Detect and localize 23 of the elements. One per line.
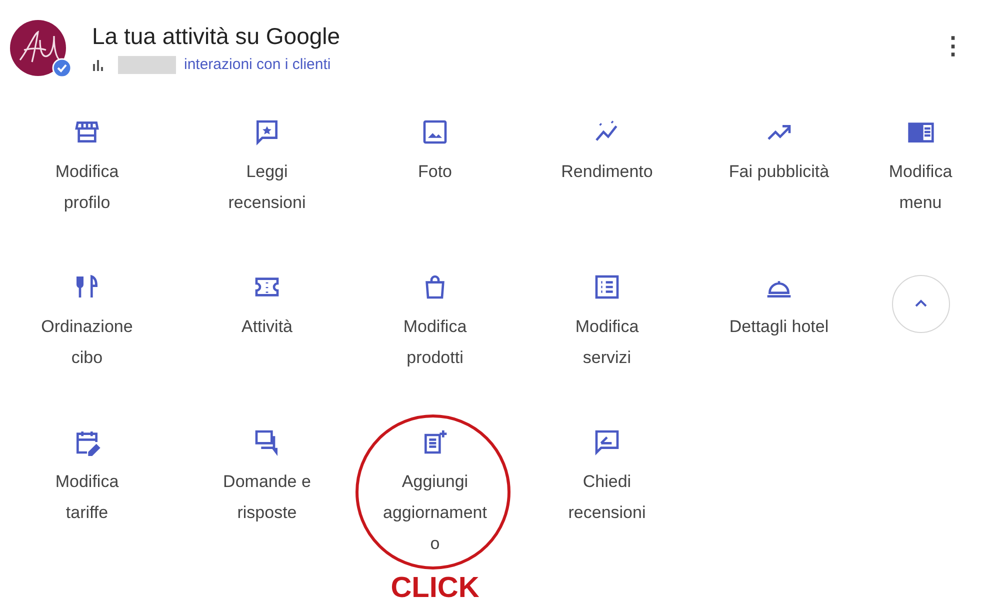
- list-icon[interactable]: [593, 273, 621, 301]
- action-label[interactable]: Modifica menu: [868, 156, 972, 218]
- action-label[interactable]: Fai pubblicità: [728, 156, 830, 187]
- more-menu-button[interactable]: ⋮: [929, 32, 977, 60]
- action-label[interactable]: Modifica servizi: [555, 311, 659, 373]
- action-label[interactable]: Modifica tariffe: [35, 466, 139, 528]
- action-label[interactable]: Modifica profilo: [35, 156, 139, 218]
- redacted-block: [118, 56, 176, 74]
- action-label[interactable]: Leggi recensioni: [215, 156, 319, 218]
- action-label[interactable]: Chiedi recensioni: [555, 466, 659, 528]
- bar-chart-icon: [92, 58, 104, 70]
- action-label[interactable]: Modifica prodotti: [383, 311, 487, 373]
- page-title: La tua attività su Google: [92, 22, 342, 50]
- action-label[interactable]: Foto: [418, 156, 452, 187]
- action-label[interactable]: Ordinazione cibo: [35, 311, 139, 373]
- photo-icon[interactable]: [421, 118, 449, 146]
- logo-avatar: [10, 20, 66, 76]
- action-label[interactable]: Attività: [241, 311, 293, 342]
- action-label[interactable]: Dettagli hotel: [729, 311, 829, 342]
- interactions-link[interactable]: interazioni con i clienti: [184, 56, 331, 73]
- action-label[interactable]: Rendimento: [561, 156, 653, 187]
- action-label[interactable]: Domande e risposte: [215, 466, 319, 528]
- callout-label: CLICK: [390, 572, 480, 604]
